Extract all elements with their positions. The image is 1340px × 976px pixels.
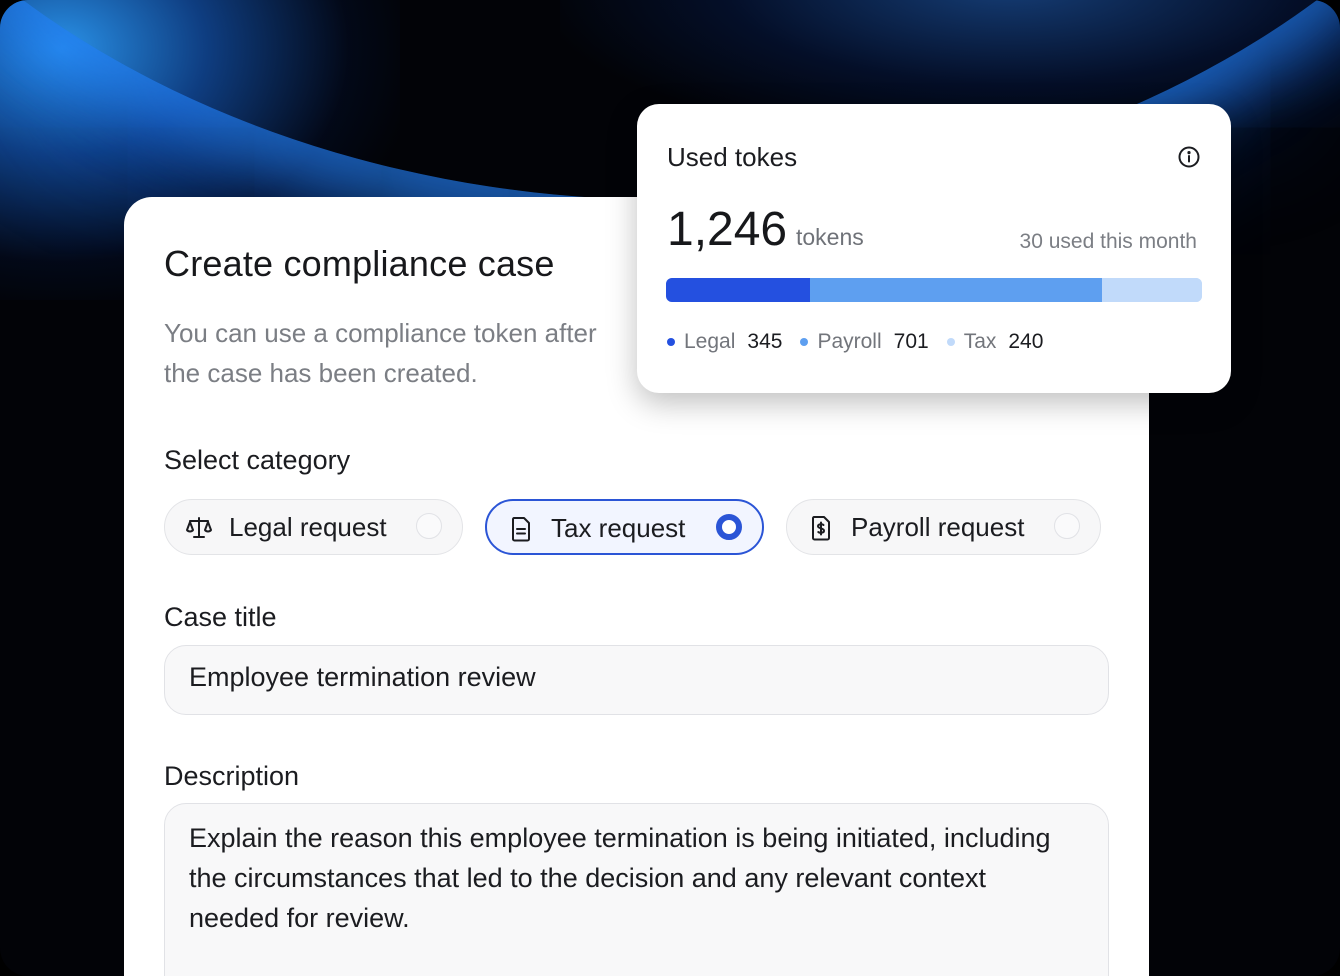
legend-name-legal: Legal [684,330,736,353]
token-usage-bar [666,278,1202,302]
background: Create compliance case You can use a com… [0,0,1340,976]
token-bar-legal [666,278,810,302]
category-label: Select category [164,445,351,475]
legend-name-payroll: Payroll [817,330,882,353]
dollar-document-icon [812,516,830,541]
case-title-value: Employee termination review [189,662,536,692]
legend-dot-payroll [800,338,809,346]
legend-value-payroll: 701 [893,330,929,353]
token-bar-tax [1101,278,1202,302]
legend-dot-tax [946,338,955,346]
page-title: Create compliance case [164,243,555,284]
legend-value-tax: 240 [1008,330,1044,353]
category-legal-label: Legal request [229,512,387,542]
token-bar-payroll [809,278,1102,302]
case-title-input[interactable]: Employee termination review [164,645,1109,715]
description-textarea[interactable]: Explain the reason this employee termina… [164,803,1109,976]
category-tax-label: Tax request [551,513,686,543]
token-monthly: 30 used this month [1019,230,1197,253]
legend-dot-legal [667,338,675,346]
document-icon [512,517,530,542]
token-legend-payroll: Payroll 701 [800,330,929,354]
token-unit: tokens [796,224,864,250]
legend-name-tax: Tax [963,330,997,353]
token-total: 1,246 [667,203,788,256]
category-payroll-radio[interactable] [1054,513,1080,539]
token-usage-popup: Used tokes 1,246 tokens 30 used this mon… [637,104,1231,393]
info-icon[interactable] [1177,145,1201,169]
category-tax-radio[interactable] [716,514,742,540]
category-payroll-option[interactable]: Payroll request [786,499,1101,555]
category-payroll-label: Payroll request [851,512,1025,542]
token-legend-legal: Legal 345 [667,330,782,354]
page-subtitle: You can use a compliance token after the… [164,313,644,393]
token-usage-title: Used tokes [667,142,798,172]
category-legal-option[interactable]: Legal request [164,499,463,555]
token-legend: Legal 345 Payroll 701 Tax 240 [667,330,1061,354]
description-label: Description [164,761,300,791]
description-value: Explain the reason this employee termina… [189,823,1051,933]
subtitle-line-2: the case has been created. [164,358,478,388]
scale-icon [186,517,212,538]
category-legal-radio[interactable] [416,513,442,539]
legend-value-legal: 345 [747,330,783,353]
case-title-label: Case title [164,602,277,632]
category-tax-option[interactable]: Tax request [485,499,764,555]
token-legend-tax: Tax 240 [946,330,1044,354]
subtitle-line-1: You can use a compliance token after [164,318,597,348]
